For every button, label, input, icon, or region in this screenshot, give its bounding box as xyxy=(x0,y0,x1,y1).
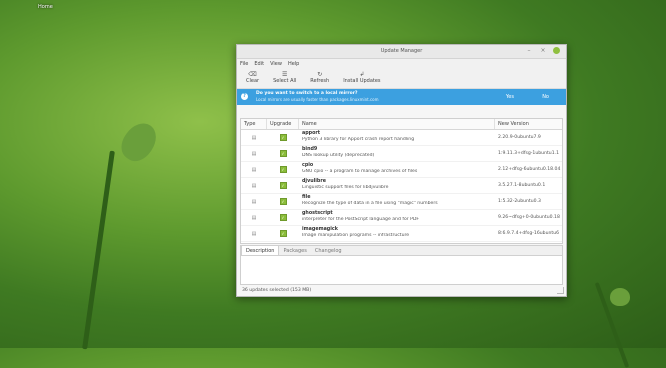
package-type-icon: ▤ xyxy=(251,198,257,205)
tab-description[interactable]: Description xyxy=(241,246,280,255)
status-text: 36 updates selected (153 MB) xyxy=(242,288,312,293)
select-all-button[interactable]: ☰ Select All xyxy=(273,69,296,84)
upgrade-checkbox[interactable]: ✓ xyxy=(279,182,287,189)
menu-bar: File Edit View Help xyxy=(237,59,566,69)
updates-table: Type Upgrade Name New Version ▤ ✓ apport… xyxy=(240,118,563,244)
upgrade-checkbox[interactable]: ✓ xyxy=(279,166,287,173)
infobar-no-button[interactable]: No xyxy=(542,94,549,100)
update-manager-window: Update Manager – × File Edit View Help ⌫… xyxy=(236,44,567,297)
maximize-button[interactable] xyxy=(553,47,560,54)
menu-edit[interactable]: Edit xyxy=(254,61,264,67)
package-description: GNU cpio -- a program to manage archives… xyxy=(302,169,418,174)
refresh-icon: ↻ xyxy=(317,71,323,78)
menu-file[interactable]: File xyxy=(240,61,248,67)
package-version: 2.12+dfsg-6ubuntu0.18.04 xyxy=(498,167,561,172)
package-type-icon: ▤ xyxy=(251,134,257,141)
refresh-label: Refresh xyxy=(310,78,330,84)
package-version: 2.20.9-0ubuntu7.9 xyxy=(498,135,541,140)
resize-grip[interactable] xyxy=(557,287,564,294)
plant-stem xyxy=(82,150,115,350)
install-icon: ↲ xyxy=(359,71,365,78)
plant-bud xyxy=(115,117,163,167)
package-type-icon: ▤ xyxy=(251,214,257,221)
install-updates-button[interactable]: ↲ Install Updates xyxy=(343,69,380,84)
clear-icon: ⌫ xyxy=(248,71,257,78)
package-version: 1:9.11.3+dfsg-1ubuntu1.1 xyxy=(498,151,560,156)
mirror-infobar: ? Do you want to switch to a local mirro… xyxy=(237,89,566,105)
table-row[interactable]: ▤ ✓ apport Python 3 library for Apport cr… xyxy=(241,130,562,146)
header-type[interactable]: Type xyxy=(241,119,267,129)
package-version: 8:6.9.7.4+dfsg-16ubuntu6 xyxy=(498,231,560,236)
package-type-icon: ▤ xyxy=(251,182,257,189)
menu-view[interactable]: View xyxy=(270,61,282,67)
table-row[interactable]: ▤ ✓ imagemagick Image manipulation progra… xyxy=(241,226,562,242)
tab-changelog[interactable]: Changelog xyxy=(311,246,346,255)
package-description: Recognize the type of data in a file usi… xyxy=(302,201,438,206)
package-description: interpreter for the PostScript language … xyxy=(302,217,420,222)
install-label: Install Updates xyxy=(343,78,381,84)
upgrade-checkbox[interactable]: ✓ xyxy=(279,134,287,141)
select-all-label: Select All xyxy=(273,78,297,84)
package-version: 1:5.32-2ubuntu0.3 xyxy=(498,199,541,204)
info-icon: ? xyxy=(241,93,248,100)
upgrade-checkbox[interactable]: ✓ xyxy=(279,150,287,157)
upgrade-checkbox[interactable]: ✓ xyxy=(279,198,287,205)
toolbar: ⌫ Clear ☰ Select All ↻ Refresh ↲ Install… xyxy=(237,69,566,89)
select-all-icon: ☰ xyxy=(281,71,288,78)
header-name[interactable]: Name xyxy=(299,119,495,129)
title-bar[interactable]: Update Manager – × xyxy=(237,45,566,59)
table-row[interactable]: ▤ ✓ cpio GNU cpio -- a program to manage … xyxy=(241,162,562,178)
desktop-label: Home xyxy=(38,4,53,10)
package-version: 9.26~dfsg+0-0ubuntu0.18 xyxy=(498,215,560,220)
infobar-question: Do you want to switch to a local mirror? xyxy=(256,91,358,96)
package-description: DNS lookup utility (deprecated) xyxy=(302,153,375,158)
clear-button[interactable]: ⌫ Clear xyxy=(246,69,259,84)
header-upgrade[interactable]: Upgrade xyxy=(267,119,299,129)
infobar-yes-button[interactable]: Yes xyxy=(506,94,514,100)
table-header: Type Upgrade Name New Version xyxy=(241,119,562,130)
package-description: Linguistic support files for libdjvulibr… xyxy=(302,185,389,190)
minimize-button[interactable]: – xyxy=(525,47,533,54)
details-panel: Description Packages Changelog xyxy=(240,245,563,285)
package-description: Python 3 library for Apport crash report… xyxy=(302,137,415,142)
upgrade-checkbox[interactable]: ✓ xyxy=(279,214,287,221)
table-row[interactable]: ▤ ✓ djvulibre Linguistic support files fo… xyxy=(241,178,562,194)
package-type-icon: ▤ xyxy=(251,150,257,157)
header-new-version[interactable]: New Version xyxy=(495,119,562,129)
package-type-icon: ▤ xyxy=(251,230,257,237)
infobar-detail: Local mirrors are usually faster than pa… xyxy=(256,97,379,102)
menu-help[interactable]: Help xyxy=(288,61,299,67)
upgrade-checkbox[interactable]: ✓ xyxy=(279,230,287,237)
package-version: 3.5.27.1-8ubuntu0.1 xyxy=(498,183,546,188)
details-tabbar: Description Packages Changelog xyxy=(241,246,562,256)
table-row[interactable]: ▤ ✓ bind9 DNS lookup utility (deprecated)… xyxy=(241,146,562,162)
clear-label: Clear xyxy=(246,78,260,84)
tab-packages[interactable]: Packages xyxy=(279,246,310,255)
package-description: Image manipulation programs -- infrastru… xyxy=(302,233,410,238)
window-title: Update Manager xyxy=(380,48,423,54)
package-type-icon: ▤ xyxy=(251,166,257,173)
table-row[interactable]: ▤ ✓ file Recognize the type of data in a … xyxy=(241,194,562,210)
refresh-button[interactable]: ↻ Refresh xyxy=(310,69,329,84)
plant-bud xyxy=(610,288,630,306)
table-row[interactable]: ▤ ✓ ghostscript interpreter for the PostS… xyxy=(241,210,562,226)
close-button[interactable]: × xyxy=(539,47,547,54)
